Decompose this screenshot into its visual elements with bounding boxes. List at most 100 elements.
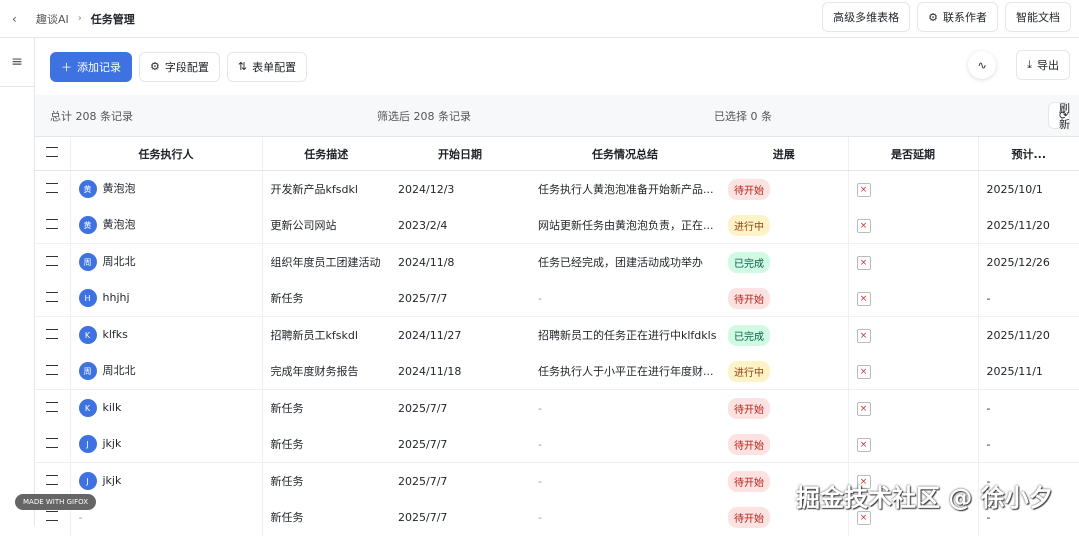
due-date-cell: 2025/11/1 <box>977 353 1079 390</box>
start-date-cell: 2025/7/7 <box>398 437 448 451</box>
row-checkbox[interactable] <box>35 207 70 244</box>
row-checkbox[interactable] <box>35 316 70 353</box>
summary-cell: 网站更新任务由黄泡泡负责，正在... <box>538 219 714 232</box>
executor-cell: Kkilk <box>69 389 262 426</box>
description-cell: 新任务 <box>261 462 390 499</box>
status-badge: 待开始 <box>728 397 770 419</box>
progress-cell: 待开始 <box>720 426 848 463</box>
executor-cell: 周周北北 <box>69 353 262 390</box>
executor-cell: - <box>69 499 262 536</box>
menu-icon[interactable]: ≡ <box>0 38 34 87</box>
button-label: 智能文档 <box>1016 11 1060 24</box>
refresh-button[interactable]: ⟳ 刷新 <box>1048 102 1070 131</box>
task-table: 任务执行人 任务描述 开始日期 任务情况总结 进展 是否延期 预计... 黄黄泡… <box>35 136 1079 536</box>
unchecked-x-icon[interactable]: × <box>856 255 871 270</box>
delayed-cell: × <box>847 207 978 244</box>
description-cell: 开发新产品kfsdkl <box>261 170 390 207</box>
table-row[interactable]: 黄黄泡泡 开发新产品kfsdkl 2024/12/3 任务执行人黄泡泡准备开始新… <box>35 170 1079 208</box>
status-badge: 已完成 <box>728 324 770 346</box>
breadcrumb-root[interactable]: 趣谈AI <box>36 11 69 27</box>
col-executor[interactable]: 任务执行人 <box>69 136 262 171</box>
executor-name: jkjk <box>102 474 122 487</box>
activity-icon[interactable]: ∿ <box>968 51 997 79</box>
delayed-cell: × <box>847 316 978 353</box>
download-icon: ⤓ <box>1027 58 1032 71</box>
watermark: 掘金技术社区 @ 徐小夕 <box>796 484 1053 512</box>
top-bar: ‹ 趣谈AI › 任务管理 高级多维表格 ⚙ 联系作者 智能文档 <box>0 0 1079 38</box>
field-config-button[interactable]: ⚙ 字段配置 <box>139 51 220 82</box>
table-row[interactable]: Kklfks 招聘新员工kfskdl 2024/11/27 招聘新员工的任务正在… <box>35 316 1079 353</box>
unchecked-x-icon[interactable]: × <box>856 401 871 416</box>
status-badge: 待开始 <box>728 506 770 528</box>
col-delayed[interactable]: 是否延期 <box>847 136 978 171</box>
delayed-cell: × <box>847 389 978 426</box>
table-row[interactable]: Jjkjk 新任务 2025/7/7 - 待开始 × - <box>35 426 1079 463</box>
due-date-cell: - <box>977 426 1079 463</box>
description-cell: 完成年度财务报告 <box>261 353 390 390</box>
summary-cell: 任务已经完成，团建活动成功举办 <box>530 243 720 280</box>
button-label: 联系作者 <box>943 11 987 24</box>
summary-cell: - <box>538 291 542 305</box>
table-row[interactable]: 黄黄泡泡 更新公司网站 2023/2/4 网站更新任务由黄泡泡负责，正在... … <box>35 207 1079 244</box>
col-summary[interactable]: 任务情况总结 <box>530 136 720 171</box>
delayed-cell: × <box>847 426 978 463</box>
main-content: ＋ 添加记录 ⚙ 字段配置 ⇅ 表单配置 ∿ ⤓ 导出 总计 208 条记录 筛选后 2… <box>35 38 1079 536</box>
unchecked-x-icon[interactable]: × <box>856 182 871 197</box>
avatar: 黄 <box>78 180 97 198</box>
table-row[interactable]: Hhhjhj 新任务 2025/7/7 - 待开始 × - <box>35 280 1079 317</box>
executor-cell: 黄黄泡泡 <box>69 170 262 207</box>
description-cell: 新任务 <box>261 499 390 536</box>
gear-icon: ⚙ <box>150 60 160 73</box>
due-date-cell: - <box>977 389 1079 426</box>
button-label: 高级多维表格 <box>833 11 900 24</box>
add-record-button[interactable]: ＋ 添加记录 <box>50 51 132 82</box>
row-checkbox[interactable] <box>35 389 70 426</box>
smart-docs-button[interactable]: 智能文档 <box>1005 2 1071 32</box>
progress-cell: 已完成 <box>720 316 848 353</box>
sort-arrows-icon: ⇅ <box>237 60 248 73</box>
col-progress[interactable]: 进展 <box>720 136 848 171</box>
status-badge: 已完成 <box>728 251 770 273</box>
col-description[interactable]: 任务描述 <box>261 136 390 171</box>
avatar: K <box>78 399 97 417</box>
start-date-cell: 2025/7/7 <box>398 291 448 305</box>
status-badge: 待开始 <box>728 470 770 492</box>
table-row[interactable]: Kkilk 新任务 2025/7/7 - 待开始 × - <box>35 389 1079 426</box>
delayed-cell: × <box>847 170 978 207</box>
table-row[interactable]: 周周北北 完成年度财务报告 2024/11/18 任务执行人于小平正在进行年度财… <box>35 353 1079 390</box>
row-checkbox[interactable] <box>35 280 70 317</box>
executor-name: hhjhj <box>102 291 130 304</box>
contact-author-button[interactable]: ⚙ 联系作者 <box>917 2 998 32</box>
description-cell: 招聘新员工kfskdl <box>261 316 390 353</box>
stats-bar: 总计 208 条记录 筛选后 208 条记录 已选择 0 条 ⟳ 刷新 <box>35 95 1079 136</box>
unchecked-x-icon[interactable]: × <box>856 218 871 233</box>
advanced-table-button[interactable]: 高级多维表格 <box>822 2 911 32</box>
form-config-button[interactable]: ⇅ 表单配置 <box>226 51 308 82</box>
unchecked-x-icon[interactable]: × <box>856 437 871 452</box>
start-date-cell: 2024/12/3 <box>398 182 455 196</box>
status-badge: 待开始 <box>728 178 770 200</box>
col-due-date[interactable]: 预计... <box>977 136 1079 171</box>
export-button[interactable]: ⤓ 导出 <box>1016 50 1070 80</box>
avatar: 周 <box>78 362 97 380</box>
executor-name: - <box>78 510 83 524</box>
table-row[interactable]: 周周北北 组织年度员工团建活动 2024/11/8 任务已经完成，团建活动成功举… <box>35 243 1079 280</box>
description-cell: 组织年度员工团建活动 <box>261 243 390 280</box>
progress-cell: 已完成 <box>720 243 848 280</box>
avatar: 周 <box>78 253 97 271</box>
avatar: K <box>78 326 97 344</box>
col-start-date[interactable]: 开始日期 <box>390 136 530 171</box>
progress-cell: 待开始 <box>720 389 848 426</box>
row-checkbox[interactable] <box>35 171 70 208</box>
unchecked-x-icon[interactable]: × <box>856 364 871 379</box>
delayed-cell: × <box>847 280 978 317</box>
unchecked-x-icon[interactable]: × <box>856 328 871 343</box>
back-chevron-icon[interactable]: ‹ <box>12 12 26 26</box>
unchecked-x-icon[interactable]: × <box>856 291 871 306</box>
row-checkbox[interactable] <box>35 243 70 280</box>
breadcrumb-current: 任务管理 <box>90 12 135 26</box>
select-all-checkbox[interactable] <box>35 136 70 171</box>
row-checkbox[interactable] <box>35 353 70 390</box>
row-checkbox[interactable] <box>35 426 70 463</box>
executor-cell: 黄黄泡泡 <box>69 207 262 244</box>
